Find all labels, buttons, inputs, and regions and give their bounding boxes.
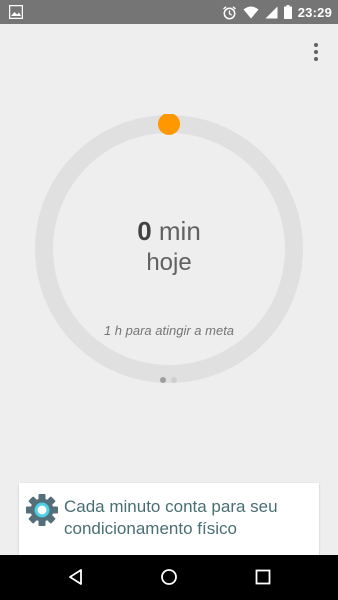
overflow-menu-icon[interactable] [306,42,326,62]
status-bar: 23:29 [0,0,338,24]
minutes-display: 0 min [34,216,304,246]
image-icon [9,5,23,19]
motivation-text: Cada minuto conta para seu condicionamen… [64,497,278,538]
period-label: hoje [146,249,192,276]
page-indicator [160,377,177,383]
minutes-unit: min [158,216,201,246]
page-dot [171,377,177,383]
wifi-icon [243,6,259,18]
back-icon[interactable] [66,567,86,587]
motivation-card[interactable]: Cada minuto conta para seu condicionamen… [19,483,319,555]
status-time: 23:29 [297,4,332,20]
navigation-bar [0,555,338,600]
menu-dot [314,43,318,47]
menu-dot [314,57,318,61]
gear-icon [26,494,58,526]
signal-icon [265,6,278,18]
recents-icon[interactable] [253,567,273,587]
status-icons: 23:29 [222,0,332,24]
daily-summary: 0 min hoje [34,216,304,278]
alarm-icon [222,5,236,19]
battery-icon [283,5,292,19]
menu-dot [314,50,318,54]
minutes-value: 0 [137,216,152,246]
progress-marker [158,114,180,135]
home-icon[interactable] [159,567,179,587]
goal-remaining-text: 1 h para atingir a meta [103,323,235,338]
page-dot [160,377,166,383]
